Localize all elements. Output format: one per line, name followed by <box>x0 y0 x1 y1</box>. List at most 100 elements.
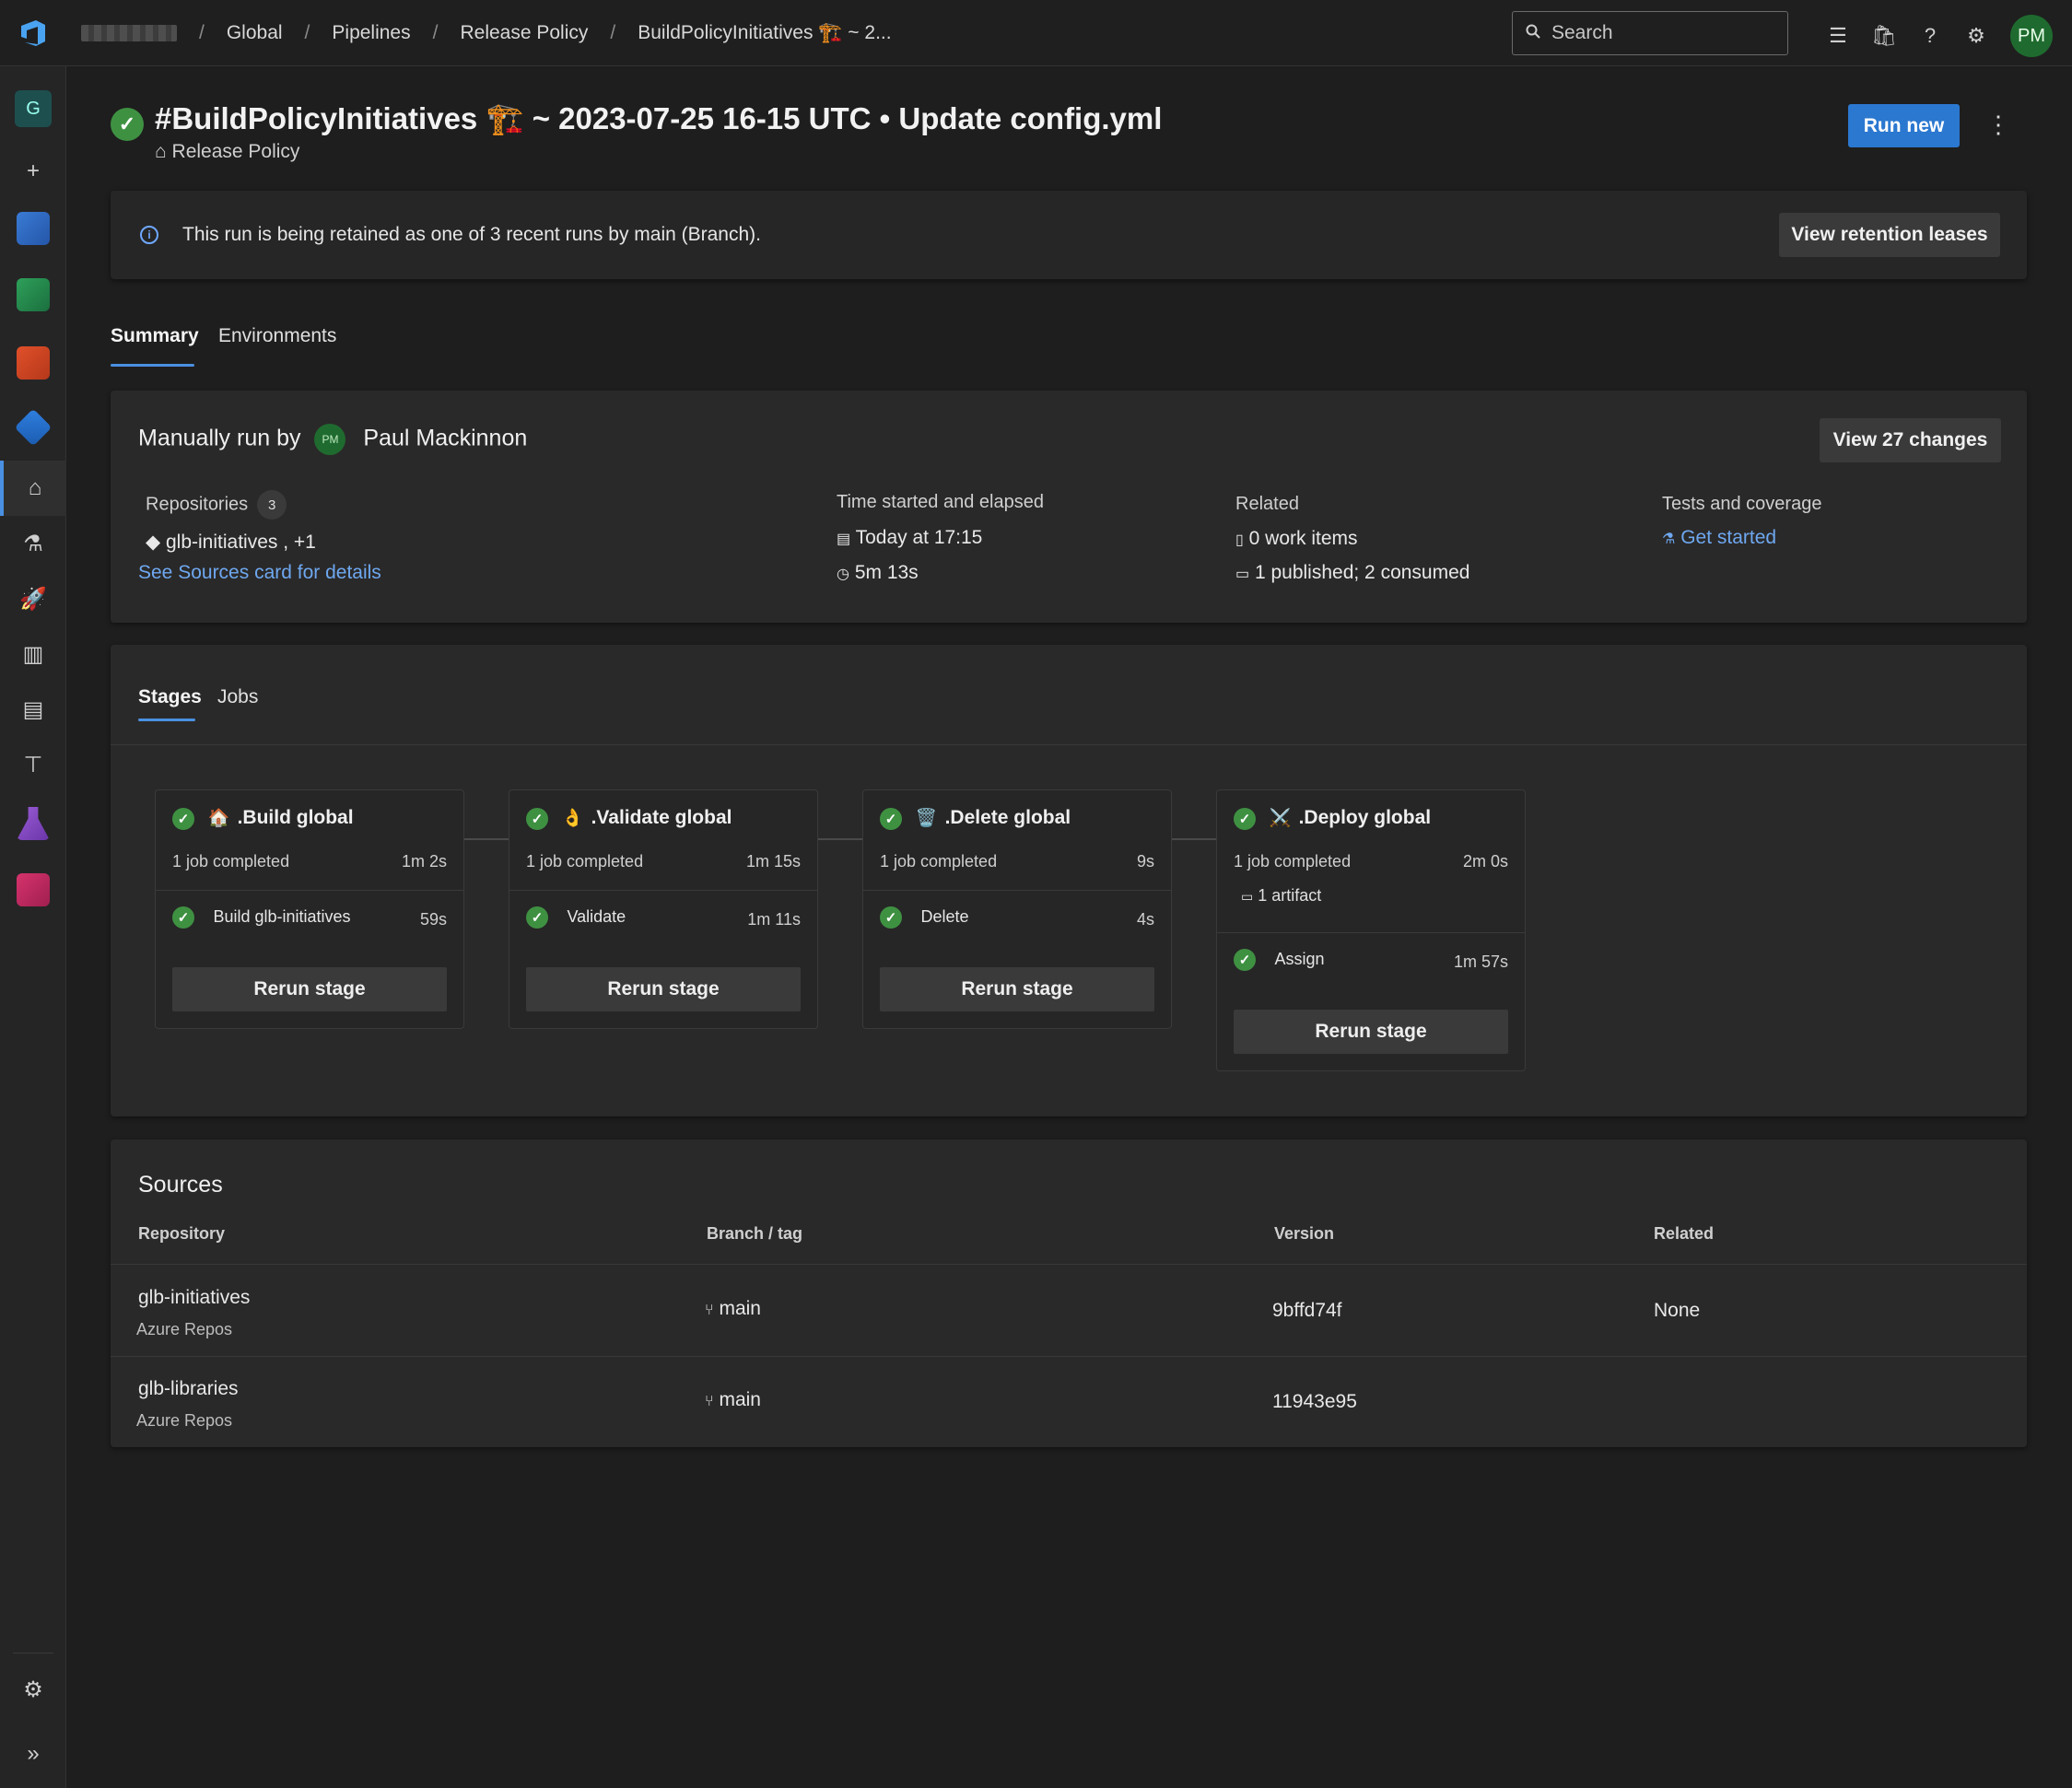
overview-icon <box>17 212 50 245</box>
collapse-nav-button[interactable]: » <box>0 1726 66 1782</box>
job-row[interactable]: ✓ Validate <box>526 906 626 929</box>
search-box[interactable]: Search <box>1512 11 1788 55</box>
rerun-stage-button[interactable]: Rerun stage <box>880 967 1154 1011</box>
environments-icon: ⚗ <box>23 531 43 556</box>
marketplace-bag-icon[interactable]: 🛍 <box>1861 18 1907 54</box>
more-actions-icon[interactable]: ⋮ <box>1986 111 2010 139</box>
stage-build-global[interactable]: ✓ 🏠 .Build global 1 job completed 1m 2s … <box>155 789 464 1029</box>
repo-more[interactable]: , +1 <box>283 532 316 553</box>
stage-emoji-icon: 👌 <box>561 809 584 828</box>
avatar[interactable]: PM <box>2010 15 2053 57</box>
breadcrumb-item-global[interactable]: Global <box>227 22 283 44</box>
table-row-repo[interactable]: glb-libraries <box>138 1378 239 1400</box>
job-row[interactable]: ✓ Build glb-initiatives <box>172 906 351 929</box>
table-row-branch[interactable]: ⑂ main <box>705 1389 761 1411</box>
nav-pipelines-runs[interactable]: ⌂ <box>0 461 66 516</box>
stage-artifact-link[interactable]: ▭ 1 artifact <box>1241 886 1321 906</box>
tab-jobs[interactable]: Jobs <box>217 686 258 708</box>
work-items-link[interactable]: ▯ 0 work items <box>1235 528 1358 550</box>
user-settings-icon[interactable]: ⚙ <box>1953 18 1999 54</box>
project-initial: G <box>15 90 52 127</box>
artifact-icon: ▭ <box>1241 889 1254 904</box>
pipeline-runs-icon: ⌂ <box>28 475 42 500</box>
rerun-stage-button[interactable]: Rerun stage <box>526 967 801 1011</box>
rerun-stage-button[interactable]: Rerun stage <box>172 967 447 1011</box>
nav-pipelines[interactable] <box>0 400 66 455</box>
test-beaker-icon: ⚗ <box>1662 532 1676 547</box>
new-item-button[interactable]: + <box>0 144 66 199</box>
table-row-repo[interactable]: glb-initiatives <box>138 1287 250 1309</box>
rerun-stage-button[interactable]: Rerun stage <box>1234 1010 1508 1054</box>
library-icon: ▥ <box>22 641 44 667</box>
project-badge[interactable]: G <box>0 81 66 136</box>
work-items-list-icon[interactable]: ☰ <box>1815 18 1861 54</box>
page-title: #BuildPolicyInitiatives 🏗️ ~ 2023-07-25 … <box>155 101 1163 135</box>
nav-repos[interactable] <box>0 335 66 391</box>
stage-artifact-label: 1 artifact <box>1258 886 1322 905</box>
stage-header: ✓ 🗑️ .Delete global <box>880 807 1071 830</box>
info-icon: i <box>140 226 158 244</box>
job-row[interactable]: ✓ Delete <box>880 906 968 929</box>
pipelines-icon <box>14 408 53 447</box>
stage-jobs-summary: 1 job completed <box>1234 852 1352 871</box>
tab-summary[interactable]: Summary <box>111 325 199 347</box>
repositories-label: Repositories <box>146 494 249 515</box>
nav-divider <box>13 1653 53 1654</box>
avatar: PM <box>314 424 346 455</box>
table-divider <box>111 1264 2027 1265</box>
table-divider <box>111 1356 2027 1357</box>
table-row-version[interactable]: 11943e95 <box>1272 1391 1357 1413</box>
nav-artifacts[interactable] <box>0 862 66 917</box>
breadcrumb-item-run[interactable]: BuildPolicyInitiatives 🏗️ ~ 2... <box>638 22 891 44</box>
breadcrumb-separator: / <box>610 21 616 43</box>
tests-get-started-link[interactable]: ⚗ Get started <box>1662 527 1776 549</box>
search-input[interactable]: Search <box>1551 22 1613 44</box>
table-row-version[interactable]: 9bffd74f <box>1272 1300 1342 1322</box>
nav-releases[interactable]: 🚀 <box>0 571 66 626</box>
repo-primary-link[interactable]: glb-initiatives <box>166 532 277 553</box>
success-check-icon: ✓ <box>1234 949 1256 971</box>
breadcrumb-item-release-policy[interactable]: Release Policy <box>460 22 588 44</box>
azure-devops-logo-icon[interactable] <box>0 0 66 66</box>
see-sources-link[interactable]: See Sources card for details <box>138 562 381 584</box>
stage-duration: 9s <box>1136 852 1154 871</box>
tab-environments[interactable]: Environments <box>218 325 336 347</box>
stage-delete-global[interactable]: ✓ 🗑️ .Delete global 1 job completed 9s ✓… <box>862 789 1172 1029</box>
job-row[interactable]: ✓ Assign <box>1234 949 1324 971</box>
tab-stages[interactable]: Stages <box>138 686 202 708</box>
artifacts-link[interactable]: ▭ 1 published; 2 consumed <box>1235 562 1469 584</box>
help-icon[interactable]: ? <box>1907 18 1953 54</box>
view-retention-leases-button[interactable]: View retention leases <box>1779 213 2000 257</box>
pipeline-name[interactable]: ⌂ Release Policy <box>155 141 299 163</box>
run-new-button[interactable]: Run new <box>1848 104 1960 147</box>
summary-card: Manually run by PM Paul Mackinnon View 2… <box>111 391 2027 623</box>
success-check-icon: ✓ <box>526 808 548 830</box>
project-settings-button[interactable]: ⚙ <box>0 1662 66 1717</box>
nav-overview[interactable] <box>0 201 66 256</box>
deployment-groups-icon: ⊤ <box>23 752 43 777</box>
top-icons: ☰ 🛍 ? ⚙ PM <box>1815 15 2053 57</box>
stage-connector <box>1172 838 1216 840</box>
view-changes-button[interactable]: View 27 changes <box>1820 418 2001 462</box>
artifacts-icon <box>17 873 50 906</box>
column-header-related: Related <box>1654 1224 1715 1243</box>
nav-deployment-groups[interactable]: ⊤ <box>0 737 66 792</box>
nav-task-groups[interactable]: ▤ <box>0 682 66 737</box>
job-duration: 59s <box>419 910 447 929</box>
nav-test-plans[interactable] <box>0 796 66 851</box>
stage-validate-global[interactable]: ✓ 👌 .Validate global 1 job completed 1m … <box>509 789 818 1029</box>
column-header-branch: Branch / tag <box>707 1224 803 1243</box>
branch-icon: ⑂ <box>705 1394 714 1409</box>
nav-environments[interactable]: ⚗ <box>0 516 66 571</box>
repository-summary: ◆ glb-initiatives , +1 <box>146 531 316 554</box>
job-name: Validate <box>567 907 626 926</box>
stage-jobs-summary: 1 job completed <box>172 852 290 871</box>
breadcrumb-org-redacted[interactable] <box>81 24 177 41</box>
table-row-branch[interactable]: ⑂ main <box>705 1298 761 1320</box>
stages-tab-indicator <box>138 719 195 721</box>
run-user-name[interactable]: Paul Mackinnon <box>363 426 527 451</box>
breadcrumb-item-pipelines[interactable]: Pipelines <box>332 22 410 44</box>
nav-boards[interactable] <box>0 267 66 322</box>
stage-deploy-global[interactable]: ✓ ⚔️ .Deploy global 1 job completed 2m 0… <box>1216 789 1526 1071</box>
nav-library[interactable]: ▥ <box>0 626 66 682</box>
